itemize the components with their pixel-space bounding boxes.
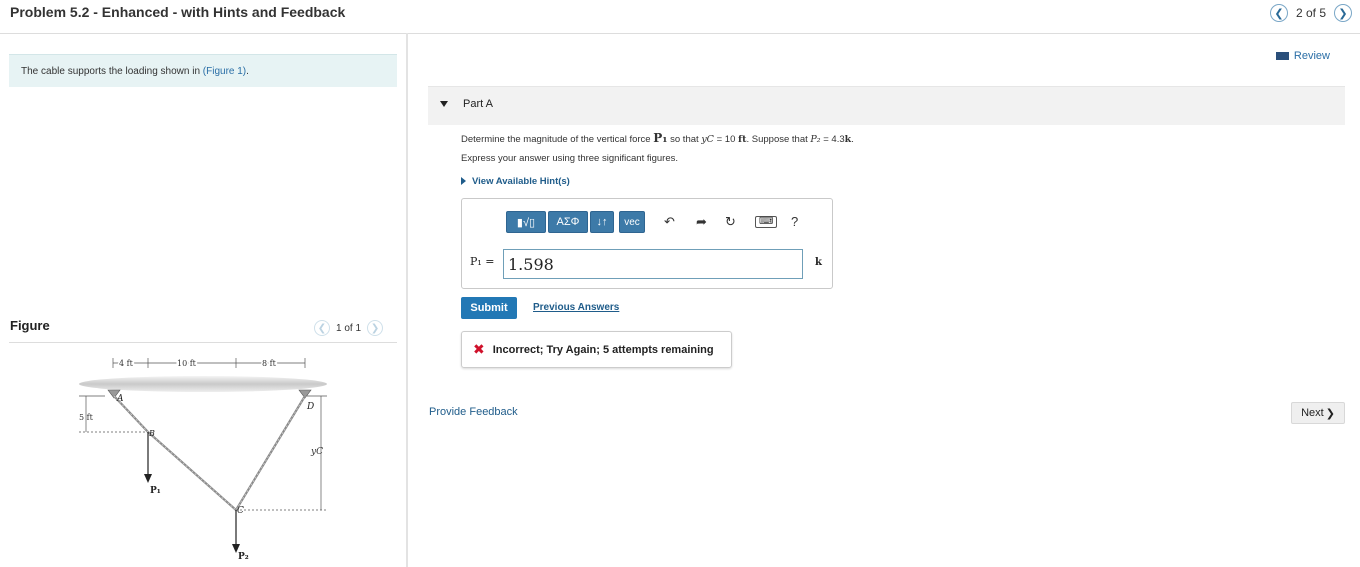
greek-symbols-button[interactable]: ΑΣΦ (548, 211, 588, 233)
next-problem-button[interactable]: ❯ (1334, 4, 1352, 22)
ceiling-support (79, 376, 327, 392)
expand-hint-icon (461, 177, 466, 185)
panel-divider (406, 33, 408, 567)
dim-10ft-label: 10 ft (177, 359, 197, 368)
feedback-message: ✖ Incorrect; Try Again; 5 attempts remai… (461, 331, 732, 368)
answer-input[interactable]: 1.598 (503, 249, 803, 279)
part-a-label: Part A (463, 98, 493, 110)
point-d-label: D (306, 402, 314, 412)
point-c-label: C (237, 506, 244, 516)
question-text: Determine the magnitude of the vertical … (461, 131, 854, 145)
feedback-text: Incorrect; Try Again; 5 attempts remaini… (492, 343, 714, 356)
intro-suffix: . (246, 66, 249, 77)
instruction-text: Express your answer using three signific… (461, 153, 679, 164)
point-b-label: B (148, 429, 155, 438)
chevron-right-icon: ❯ (1325, 407, 1335, 420)
answer-unit: k (815, 257, 822, 268)
answer-variable-label: P₁ = (470, 255, 495, 268)
load-p2-arrow (232, 510, 240, 553)
figure-title: Figure (10, 318, 50, 333)
review-icon (1275, 52, 1289, 60)
vector-button[interactable]: vec (619, 211, 645, 233)
review-link[interactable]: Review (1275, 50, 1330, 62)
review-label: Review (1293, 50, 1330, 62)
problem-pager: ❮ 2 of 5 ❯ (1269, 4, 1352, 22)
header-divider (0, 33, 1360, 34)
problem-title: Problem 5.2 - Enhanced - with Hints and … (10, 4, 346, 20)
submit-button[interactable]: Submit (461, 297, 517, 319)
next-figure-button[interactable]: ❯ (367, 320, 384, 336)
next-label: Next (1301, 407, 1324, 419)
dim-4ft-label: 4 ft (119, 359, 134, 368)
point-a-label: A (116, 394, 124, 404)
dim-5ft-label: 5 ft (79, 413, 94, 422)
yc-label: yC (310, 447, 323, 457)
reset-icon[interactable]: ↻ (725, 214, 736, 230)
incorrect-x-icon: ✖ (473, 341, 485, 357)
cable-diagram: 4 ft 10 ft 8 ft 5 ft yC A B C D P₁ P₂ (79, 358, 327, 562)
cable (113, 395, 306, 512)
prev-figure-button[interactable]: ❮ (314, 320, 330, 336)
subscript-button[interactable]: ↓↑ (590, 211, 614, 233)
problem-pager-text: 2 of 5 (1295, 6, 1326, 20)
load-p1-arrow (144, 432, 152, 483)
p1-label: P₁ (150, 486, 161, 496)
figure-link[interactable]: (Figure 1) (203, 66, 246, 77)
problem-intro: The cable supports the loading shown in … (9, 54, 397, 87)
answer-box: ▮√▯ ΑΣΦ ↓↑ vec ↶ ➦ ↻ ⌨ ? P₁ = 1.598 k (461, 198, 833, 289)
figure-pager-text: 1 of 1 (336, 322, 362, 334)
previous-answers-link[interactable]: Previous Answers (533, 302, 619, 313)
redo-icon[interactable]: ➦ (696, 214, 707, 230)
undo-icon[interactable]: ↶ (664, 214, 675, 230)
collapse-caret-icon[interactable] (440, 101, 448, 107)
prev-problem-button[interactable]: ❮ (1269, 4, 1288, 22)
provide-feedback-link[interactable]: Provide Feedback (429, 406, 518, 418)
view-hints-link[interactable]: View Available Hint(s) (461, 176, 570, 187)
keyboard-icon[interactable]: ⌨ (755, 216, 778, 228)
top-dimension-line (112, 358, 306, 368)
figure-divider (9, 342, 397, 343)
figure-pager: ❮ 1 of 1 ❯ (314, 320, 384, 336)
templates-button[interactable]: ▮√▯ (506, 211, 546, 233)
p2-label: P₂ (238, 552, 249, 562)
dim-8ft-label: 8 ft (262, 359, 277, 368)
part-a-header[interactable] (428, 86, 1345, 125)
intro-text: The cable supports the loading shown in (21, 66, 203, 77)
help-button[interactable]: ? (791, 214, 798, 229)
next-button[interactable]: Next ❯ (1291, 402, 1345, 424)
